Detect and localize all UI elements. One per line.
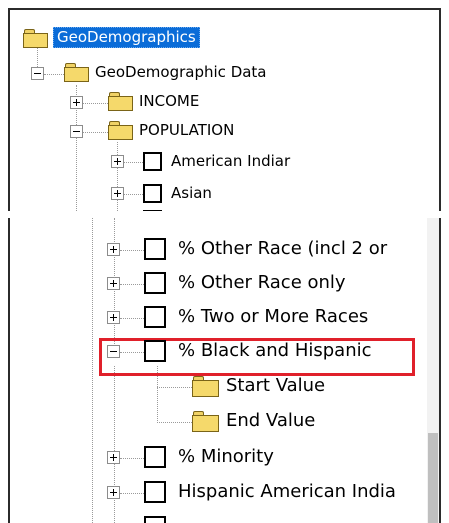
tree-connector [92,218,93,523]
tree-view-top: GeoDemographics GeoDemographic Data INCO… [8,8,441,211]
tree-item-minority[interactable]: % Minority [178,448,274,466]
plus-box-icon[interactable] [107,243,120,256]
plus-box-icon[interactable] [107,277,120,290]
tree-connector [117,142,118,211]
folder-icon [64,63,89,82]
tree-connector [123,162,143,163]
tree-item-american-indian[interactable]: American Indiar [171,154,290,169]
scrollbar-thumb[interactable] [428,433,438,523]
plus-box-icon[interactable] [107,451,120,464]
plus-box-icon[interactable] [107,311,120,324]
tree-item-end-value[interactable]: End Value [226,412,315,430]
folder-icon [108,121,133,140]
plus-box-icon[interactable] [111,187,124,200]
tree-connector [120,458,144,459]
checkbox-icon[interactable] [144,446,166,468]
folder-icon [192,376,219,397]
tree-item-asian[interactable]: Asian [171,186,212,201]
folder-icon [192,411,219,432]
checkbox-icon[interactable] [143,210,162,211]
minus-box-icon[interactable] [107,345,120,358]
tree-item-two-or-more-races[interactable]: % Two or More Races [178,308,368,326]
checkbox-icon[interactable] [144,306,166,328]
tree-item-other-race-incl[interactable]: % Other Race (incl 2 or [178,240,387,258]
tree-connector [120,318,144,319]
tree-item-start-value[interactable]: Start Value [226,377,325,395]
tree-connector [44,74,64,75]
checkbox-icon[interactable] [143,152,162,171]
tree-item-geodemographic-data[interactable]: GeoDemographic Data [95,65,267,80]
checkbox-icon[interactable] [144,481,166,503]
checkbox-icon[interactable] [143,184,162,203]
tree-connector [114,366,115,523]
minus-box-icon[interactable] [70,125,83,138]
tree-item-population[interactable]: POPULATION [139,123,234,138]
plus-box-icon[interactable] [111,155,124,168]
tree-connector [120,493,144,494]
checkbox-icon[interactable] [144,516,166,523]
checkbox-icon[interactable] [144,238,166,260]
folder-icon [23,29,48,48]
folder-icon [108,92,133,111]
tree-connector [157,422,192,423]
tree-item-black-and-hispanic[interactable]: % Black and Hispanic [178,342,372,360]
tree-item-geodemographics[interactable]: GeoDemographics [53,27,200,48]
tree-view-zoomed: % Other Race (incl 2 or % Other Race onl… [8,218,441,523]
tree-connector [82,132,108,133]
minus-box-icon[interactable] [31,67,44,80]
checkbox-icon[interactable] [144,340,166,362]
plus-box-icon[interactable] [107,486,120,499]
tree-connector [157,387,192,388]
checkbox-icon[interactable] [144,272,166,294]
tree-connector [120,284,144,285]
tree-item-income[interactable]: INCOME [139,94,199,109]
tree-item-hispanic-american-indian[interactable]: Hispanic American India [178,483,396,501]
tree-connector [120,250,144,251]
tree-item-other-race-only[interactable]: % Other Race only [178,274,346,292]
plus-box-icon[interactable] [70,96,83,109]
tree-connector [82,103,108,104]
tree-connector [123,194,143,195]
